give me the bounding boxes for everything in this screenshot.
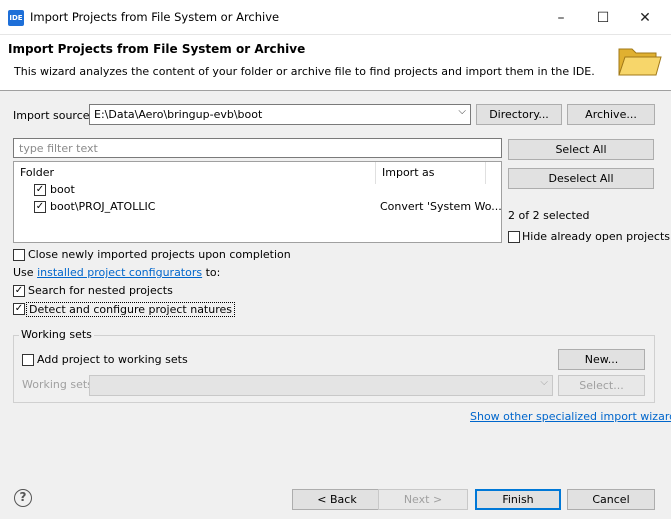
filter-placeholder: type filter text [19,142,98,155]
finish-button[interactable]: Finish [475,489,561,510]
maximize-button[interactable]: ☐ [590,7,616,29]
configurators-link[interactable]: installed project configurators [37,266,202,279]
app-icon: IDE [8,10,24,26]
add-to-working-sets-label[interactable]: Add project to working sets [37,353,188,366]
working-sets-group-label: Working sets [19,328,94,341]
search-nested-label[interactable]: Search for nested projects [28,284,173,297]
detect-natures-checkbox[interactable]: ✓ [13,303,25,315]
select-all-button[interactable]: Select All [508,139,654,160]
close-imported-checkbox[interactable] [13,249,25,261]
use-suffix: to: [205,266,221,279]
show-other-wizards-link[interactable]: Show other specialized import wizards [470,410,671,423]
deselect-all-button[interactable]: Deselect All [508,168,654,189]
row-folder: boot [50,183,75,196]
close-button[interactable]: ✕ [632,7,658,29]
archive-button[interactable]: Archive... [567,104,655,125]
row-checkbox-proj-atollic[interactable]: ✓ [34,201,46,213]
configurators-line: Use installed project configurators to: [13,266,220,279]
working-sets-combo[interactable]: ⌵ [89,375,553,396]
back-button[interactable]: < Back [292,489,382,510]
import-source-value: E:\Data\Aero\bringup-evb\boot [94,108,263,121]
help-icon[interactable]: ? [14,489,32,507]
hide-open-label[interactable]: Hide already open projects [522,230,670,243]
chevron-down-icon[interactable]: ⌵ [540,377,548,388]
use-prefix: Use [13,266,34,279]
column-header-import-as[interactable]: Import as [376,162,486,184]
import-source-label: Import source: [13,109,94,122]
hide-open-checkbox[interactable] [508,231,520,243]
row-folder: boot\PROJ_ATOLLIC [50,200,156,213]
new-working-set-button[interactable]: New... [558,349,645,370]
directory-button[interactable]: Directory... [476,104,562,125]
add-to-working-sets-checkbox[interactable] [22,354,34,366]
title-bar: IDE Import Projects from File System or … [0,0,671,35]
next-button[interactable]: Next > [378,489,468,510]
working-sets-label: Working sets: [22,378,97,391]
close-imported-label[interactable]: Close newly imported projects upon compl… [28,248,291,261]
folder-icon [618,48,662,76]
window-title: Import Projects from File System or Arch… [30,10,280,24]
cancel-button[interactable]: Cancel [567,489,655,510]
select-working-sets-button[interactable]: Select... [558,375,645,396]
projects-table[interactable]: Folder Import as ✓ boot ✓ boot\PROJ_ATOL… [13,161,502,243]
wizard-title: Import Projects from File System or Arch… [8,42,306,56]
selected-count: 2 of 2 selected [508,209,590,222]
minimize-button[interactable]: – [548,7,574,29]
chevron-down-icon[interactable]: ⌵ [458,106,466,117]
detect-natures-label[interactable]: Detect and configure project natures [26,302,235,317]
wizard-banner: Import Projects from File System or Arch… [0,35,671,91]
row-import-as: Convert 'System Wo... [380,200,502,213]
import-source-combo[interactable]: E:\Data\Aero\bringup-evb\boot ⌵ [89,104,471,125]
row-checkbox-boot[interactable]: ✓ [34,184,46,196]
filter-input[interactable]: type filter text [13,138,502,158]
column-header-folder[interactable]: Folder [14,162,376,184]
wizard-description: This wizard analyzes the content of your… [14,65,595,78]
search-nested-checkbox[interactable]: ✓ [13,285,25,297]
